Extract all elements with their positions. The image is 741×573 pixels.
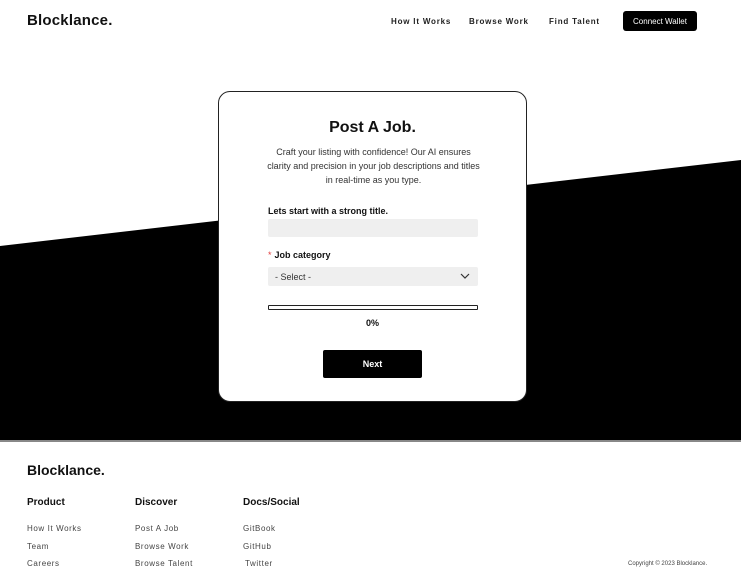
page-title: Post A Job. <box>329 119 416 136</box>
next-button[interactable]: Next <box>323 350 422 378</box>
footer-column-product: Product How It Works Team Careers <box>27 497 82 573</box>
footer-link-team[interactable]: Team <box>27 542 82 560</box>
form-description: Craft your listing with confidence! Our … <box>267 147 480 185</box>
footer-column-docs-social: Docs/Social GitBook GitHub Twitter <box>243 497 300 573</box>
footer-link-twitter[interactable]: Twitter <box>245 559 300 573</box>
job-category-selected-value: - Select - <box>275 272 312 282</box>
footer-link-gitbook[interactable]: GitBook <box>243 524 300 542</box>
footer-heading-discover: Discover <box>135 497 178 508</box>
job-title-label: Lets start with a strong title. <box>268 206 389 216</box>
footer-column-discover: Discover Post A Job Browse Work Browse T… <box>135 497 193 573</box>
footer-heading-product: Product <box>27 497 65 508</box>
footer-logo[interactable]: Blocklance. <box>27 462 105 478</box>
job-category-label: Job category <box>274 250 331 260</box>
job-category-label-row: * Job category <box>268 250 331 260</box>
job-title-input[interactable] <box>268 219 478 237</box>
chevron-down-icon <box>460 273 470 279</box>
footer-link-careers[interactable]: Careers <box>27 559 82 573</box>
required-marker: * <box>268 250 272 260</box>
footer-link-github[interactable]: GitHub <box>243 542 300 560</box>
nav-link-find-talent[interactable]: Find Talent <box>549 17 600 26</box>
connect-wallet-button[interactable]: Connect Wallet <box>623 11 697 31</box>
footer-link-how-it-works[interactable]: How It Works <box>27 524 82 542</box>
job-category-select[interactable]: - Select - <box>268 267 478 286</box>
footer-link-browse-work[interactable]: Browse Work <box>135 542 193 560</box>
footer-link-browse-talent[interactable]: Browse Talent <box>135 559 193 573</box>
nav-link-how-it-works[interactable]: How It Works <box>391 17 451 26</box>
footer-link-post-a-job[interactable]: Post A Job <box>135 524 193 542</box>
site-logo[interactable]: Blocklance. <box>27 12 113 29</box>
post-job-card: Post A Job. Craft your listing with conf… <box>218 91 527 402</box>
footer-heading-docs-social: Docs/Social <box>243 497 300 508</box>
copyright-text: Copyright © 2023 Blocklance. <box>628 561 708 567</box>
progress-percent: 0% <box>365 318 379 328</box>
footer-divider <box>0 440 741 442</box>
nav-link-browse-work[interactable]: Browse Work <box>469 17 529 26</box>
progress-bar <box>268 305 478 310</box>
